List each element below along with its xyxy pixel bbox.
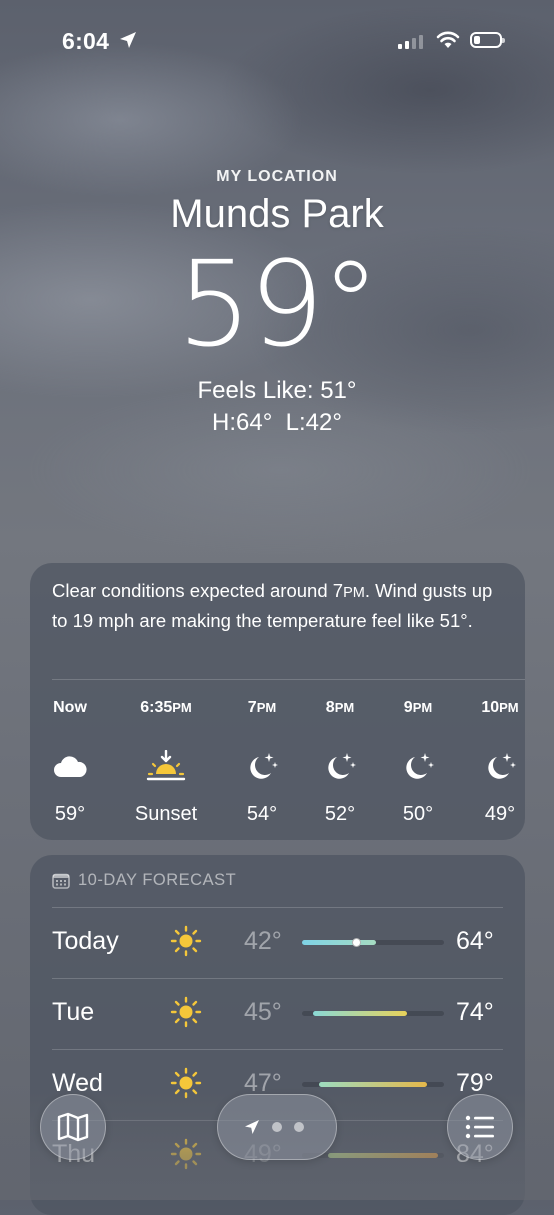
- hour-temperature: 59°: [54, 803, 86, 825]
- hour-label: 6:35PM: [140, 699, 192, 716]
- day-name: Today: [52, 927, 119, 955]
- moon-stars-icon: [378, 747, 458, 787]
- list-icon: [465, 1115, 494, 1139]
- temperature-range-fill: [319, 1082, 427, 1087]
- high-low: H:64° L:42°: [212, 409, 342, 436]
- sun-icon: [170, 1138, 202, 1175]
- current-conditions: MY LOCATION Munds Park 59° Feels Like: 5…: [0, 160, 554, 437]
- sun-icon: [170, 1067, 202, 1104]
- hour-label: 8PM: [325, 699, 355, 716]
- battery-icon: [470, 32, 505, 48]
- hour-temperature: 50°: [402, 803, 434, 825]
- calendar-icon: [52, 873, 70, 889]
- page-dot[interactable]: [294, 1122, 304, 1132]
- status-bar: 6:04: [0, 0, 554, 80]
- forecast-day-row[interactable]: Tue 45° 74°: [52, 978, 512, 1048]
- temperature-range-fill: [313, 1011, 408, 1016]
- current-temperature: 59°: [176, 235, 380, 373]
- hour-item: 9PM 50°: [378, 699, 458, 825]
- temperature-range-bar: [302, 1011, 444, 1016]
- day-name: Tue: [52, 998, 95, 1026]
- page-dot[interactable]: [272, 1122, 282, 1132]
- moon-stars-icon: [222, 747, 302, 787]
- temperature-range-bar: [302, 1082, 444, 1087]
- map-icon: [57, 1112, 89, 1142]
- ten-day-forecast-card[interactable]: 10-DAY FORECAST Today 42° 64° Tue 45° 74° Wed 4…: [30, 855, 525, 1215]
- day-high-temp: 64°: [456, 927, 494, 955]
- hour-label: 7PM: [247, 699, 277, 716]
- current-location-icon: [245, 1120, 259, 1134]
- conditions-summary: Clear conditions expected around 7PM. Wi…: [52, 580, 493, 631]
- sun-icon: [170, 996, 202, 1033]
- temperature-range-bar: [302, 938, 444, 947]
- hour-item: Now 59°: [30, 699, 110, 825]
- temperature-range-fill: [302, 940, 376, 945]
- location-arrow-icon: [120, 32, 136, 48]
- day-low-temp: 42°: [244, 927, 282, 955]
- locations-list-button[interactable]: [447, 1094, 513, 1160]
- day-high-temp: 74°: [456, 998, 494, 1026]
- status-time: 6:04: [62, 28, 110, 54]
- hour-label: 9PM: [403, 699, 433, 716]
- page-indicator[interactable]: [217, 1094, 337, 1160]
- hour-temperature: 54°: [246, 803, 278, 825]
- temperature-range-fill: [327, 1153, 439, 1158]
- wifi-icon: [436, 31, 460, 48]
- map-button[interactable]: [40, 1094, 106, 1160]
- card-divider: [52, 679, 525, 680]
- hourly-forecast-card[interactable]: Clear conditions expected around 7PM. Wi…: [30, 563, 525, 840]
- hour-temperature: 49°: [484, 803, 516, 825]
- forecast-header-label: 10-DAY FORECAST: [78, 871, 237, 889]
- forecast-header: 10-DAY FORECAST: [52, 871, 236, 890]
- cellular-signal-icon: [398, 33, 423, 49]
- feels-like: Feels Like: 51°: [197, 377, 357, 404]
- hour-item: 8PM 52°: [300, 699, 380, 825]
- forecast-day-row[interactable]: Today 42° 64°: [52, 907, 512, 977]
- moon-stars-icon: [460, 747, 540, 787]
- moon-stars-icon: [300, 747, 380, 787]
- sun-icon: [170, 925, 202, 962]
- city-name: Munds Park: [170, 192, 384, 236]
- location-label: MY LOCATION: [216, 168, 338, 185]
- hour-item: 7PM 54°: [222, 699, 302, 825]
- cloud-icon: [30, 747, 110, 787]
- hour-label: Now: [53, 699, 87, 716]
- hour-item: 6:35PM Sunset: [126, 699, 206, 825]
- day-low-temp: 45°: [244, 998, 282, 1026]
- hour-label: 10PM: [481, 699, 519, 716]
- sunset-icon: [126, 747, 206, 787]
- current-temp-dot: [351, 938, 361, 947]
- hour-temperature: 52°: [324, 803, 356, 825]
- hour-temperature: Sunset: [134, 803, 198, 825]
- hour-item: 10PM 49°: [460, 699, 540, 825]
